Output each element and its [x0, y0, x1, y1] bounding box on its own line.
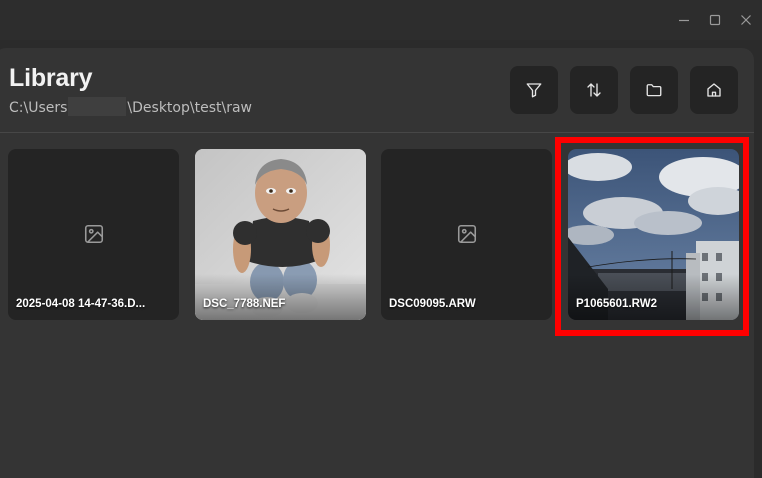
file-name: 2025-04-08 14-47-36.D...: [16, 298, 146, 310]
path-prefix: C:\Users: [9, 100, 68, 116]
label-gradient: [195, 274, 366, 320]
file-card[interactable]: DSC09095.ARW: [381, 149, 552, 320]
window-edge: [754, 48, 762, 466]
folder-path: C:\Users \Desktop\test\raw: [9, 97, 252, 116]
header-divider: [0, 132, 754, 133]
page-title: Library: [9, 64, 93, 92]
close-icon[interactable]: [736, 10, 756, 30]
sort-button[interactable]: [570, 66, 618, 114]
redacted-username: [68, 97, 127, 116]
file-name: DSC_7788.NEF: [203, 298, 286, 310]
placeholder-image-icon: [457, 224, 476, 244]
minimize-icon[interactable]: [674, 10, 694, 30]
file-card[interactable]: 2025-04-08 14-47-36.D...: [8, 149, 179, 320]
home-icon: [707, 83, 721, 97]
home-button[interactable]: [690, 66, 738, 114]
open-folder-button[interactable]: [630, 66, 678, 114]
title-bar: [0, 0, 762, 40]
file-card[interactable]: DSC_7788.NEF: [195, 149, 366, 320]
sort-arrows-icon: [587, 83, 601, 97]
filter-icon: [526, 83, 542, 98]
maximize-icon[interactable]: [705, 10, 725, 30]
path-suffix: \Desktop\test\raw: [127, 100, 252, 116]
filter-button[interactable]: [510, 66, 558, 114]
selection-highlight: [555, 137, 749, 336]
folder-icon: [646, 84, 662, 97]
file-name: DSC09095.ARW: [389, 298, 476, 310]
placeholder-image-icon: [84, 224, 103, 244]
